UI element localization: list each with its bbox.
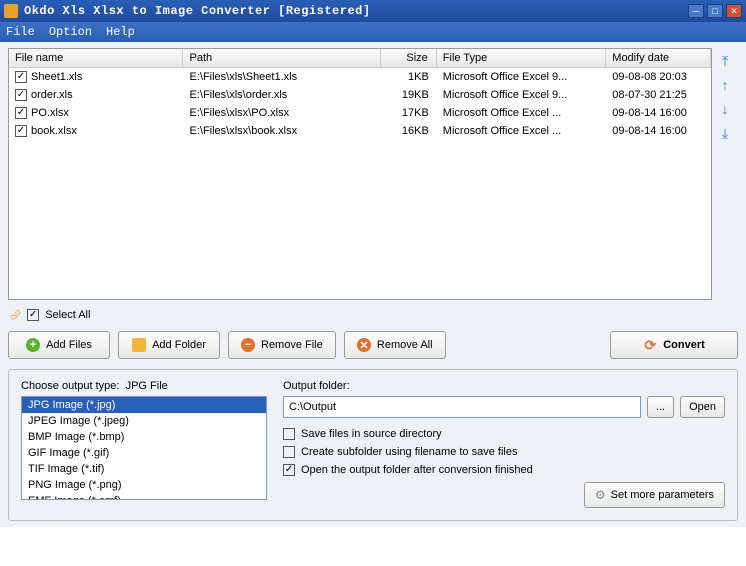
list-item[interactable]: JPEG Image (*.jpeg)	[22, 413, 266, 429]
file-size: 17KB	[381, 107, 437, 119]
col-header-size[interactable]: Size	[381, 49, 437, 67]
file-type: Microsoft Office Excel ...	[437, 125, 607, 137]
output-type-label: Choose output type: JPG File	[21, 380, 267, 392]
menu-file[interactable]: File	[6, 25, 35, 39]
up-folder-icon[interactable]: ⮵	[10, 306, 21, 323]
file-table: File name Path Size File Type Modify dat…	[8, 48, 712, 300]
file-date: 09-08-14 16:00	[606, 125, 711, 137]
row-checkbox[interactable]	[15, 89, 27, 101]
move-up-icon[interactable]: ↑	[716, 76, 734, 94]
file-path: E:\Files\xlsx\PO.xlsx	[184, 107, 381, 119]
table-row[interactable]: order.xls E:\Files\xls\order.xls19KBMicro…	[9, 86, 711, 104]
list-item[interactable]: JPG Image (*.jpg)	[22, 397, 266, 413]
close-button[interactable]: ✕	[726, 4, 742, 18]
menu-help[interactable]: Help	[106, 25, 135, 39]
row-checkbox[interactable]	[15, 125, 27, 137]
set-more-parameters-button[interactable]: ⚙Set more parameters	[584, 482, 725, 508]
menu-option[interactable]: Option	[49, 25, 92, 39]
create-subfolder-label: Create subfolder using filename to save …	[301, 446, 517, 458]
table-header: File name Path Size File Type Modify dat…	[9, 49, 711, 68]
file-path: E:\Files\xls\Sheet1.xls	[184, 71, 381, 83]
file-size: 1KB	[381, 71, 437, 83]
file-date: 09-08-08 20:03	[606, 71, 711, 83]
menubar: File Option Help	[0, 22, 746, 42]
file-type: Microsoft Office Excel 9...	[437, 71, 607, 83]
minus-icon: −	[241, 338, 255, 352]
output-type-listbox[interactable]: JPG Image (*.jpg)JPEG Image (*.jpeg)BMP …	[21, 396, 267, 500]
remove-all-button[interactable]: ✕Remove All	[344, 331, 446, 359]
create-subfolder-checkbox[interactable]	[283, 446, 295, 458]
file-size: 19KB	[381, 89, 437, 101]
save-in-source-checkbox[interactable]	[283, 428, 295, 440]
maximize-button[interactable]: □	[707, 4, 723, 18]
x-icon: ✕	[357, 338, 371, 352]
file-date: 08-07-30 21:25	[606, 89, 711, 101]
row-checkbox[interactable]	[15, 71, 27, 83]
table-row[interactable]: book.xlsx E:\Files\xlsx\book.xlsx16KBMicr…	[9, 122, 711, 140]
open-after-checkbox[interactable]	[283, 464, 295, 476]
list-item[interactable]: TIF Image (*.tif)	[22, 461, 266, 477]
move-down-icon[interactable]: ↓	[716, 100, 734, 118]
select-all-label: Select All	[45, 309, 90, 321]
minimize-button[interactable]: ─	[688, 4, 704, 18]
output-folder-input[interactable]	[283, 396, 641, 418]
file-name: book.xlsx	[31, 125, 77, 137]
list-item[interactable]: GIF Image (*.gif)	[22, 445, 266, 461]
window-title: Okdo Xls Xlsx to Image Converter [Regist…	[24, 4, 688, 18]
row-checkbox[interactable]	[15, 107, 27, 119]
table-row[interactable]: Sheet1.xls E:\Files\xls\Sheet1.xls1KBMicr…	[9, 68, 711, 86]
col-header-type[interactable]: File Type	[437, 49, 607, 67]
file-name: Sheet1.xls	[31, 71, 82, 83]
list-item[interactable]: PNG Image (*.png)	[22, 477, 266, 493]
add-folder-button[interactable]: Add Folder	[118, 331, 220, 359]
folder-icon	[132, 338, 146, 352]
reorder-arrows: ⤒ ↑ ↓ ⤓	[714, 48, 736, 142]
list-item[interactable]: BMP Image (*.bmp)	[22, 429, 266, 445]
open-button[interactable]: Open	[680, 396, 725, 418]
remove-file-button[interactable]: −Remove File	[228, 331, 336, 359]
file-path: E:\Files\xlsx\book.xlsx	[184, 125, 381, 137]
gear-icon: ⚙	[595, 488, 606, 502]
table-row[interactable]: PO.xlsx E:\Files\xlsx\PO.xlsx17KBMicrosof…	[9, 104, 711, 122]
file-type: Microsoft Office Excel ...	[437, 107, 607, 119]
col-header-name[interactable]: File name	[9, 49, 183, 67]
open-after-label: Open the output folder after conversion …	[301, 464, 533, 476]
app-icon	[4, 4, 18, 18]
convert-icon: ⟳	[643, 338, 657, 352]
file-name: PO.xlsx	[31, 107, 69, 119]
convert-button[interactable]: ⟳Convert	[610, 331, 738, 359]
output-folder-label: Output folder:	[283, 380, 725, 392]
col-header-date[interactable]: Modify date	[606, 49, 711, 67]
file-type: Microsoft Office Excel 9...	[437, 89, 607, 101]
add-files-button[interactable]: +Add Files	[8, 331, 110, 359]
titlebar: Okdo Xls Xlsx to Image Converter [Regist…	[0, 0, 746, 22]
select-all-checkbox[interactable]	[27, 309, 39, 321]
list-item[interactable]: EMF Image (*.emf)	[22, 493, 266, 499]
file-date: 09-08-14 16:00	[606, 107, 711, 119]
move-top-icon[interactable]: ⤒	[716, 52, 734, 70]
browse-button[interactable]: ...	[647, 396, 674, 418]
move-bottom-icon[interactable]: ⤓	[716, 124, 734, 142]
file-size: 16KB	[381, 125, 437, 137]
file-path: E:\Files\xls\order.xls	[184, 89, 381, 101]
col-header-path[interactable]: Path	[183, 49, 380, 67]
file-name: order.xls	[31, 89, 73, 101]
plus-icon: +	[26, 338, 40, 352]
save-in-source-label: Save files in source directory	[301, 428, 442, 440]
